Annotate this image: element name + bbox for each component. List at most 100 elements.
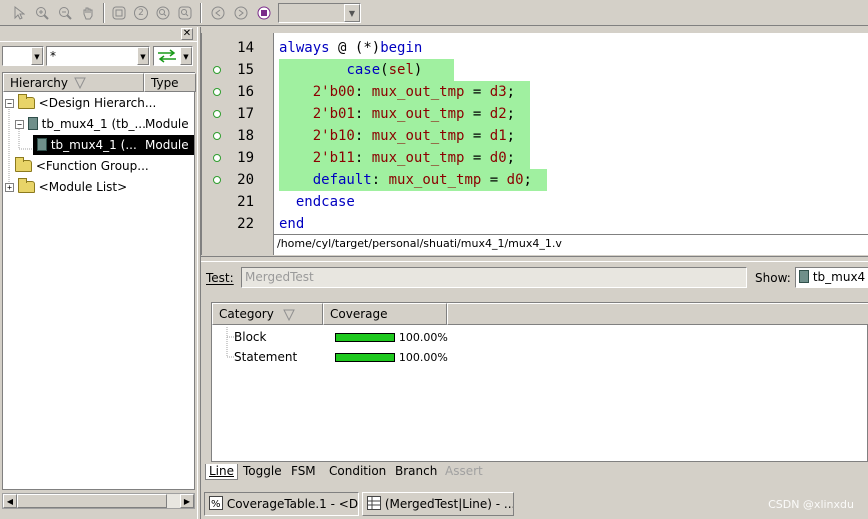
module-icon — [799, 270, 809, 283]
close-icon[interactable]: ✕ — [181, 28, 193, 40]
fit-icon[interactable] — [110, 3, 128, 23]
tree-item-design-hierarchy[interactable]: − <Design Hierarch... — [5, 93, 195, 113]
coverage-value: 100.00% — [398, 351, 448, 364]
filter-mode-select[interactable]: ▼ — [153, 46, 193, 66]
column-header-blank — [447, 303, 868, 325]
filter-type-select[interactable]: ▼ — [2, 46, 44, 66]
back-icon[interactable] — [209, 3, 227, 23]
toolbar-combo[interactable]: ▼ — [278, 3, 361, 23]
chevron-down-icon[interactable]: ▼ — [137, 47, 149, 65]
svg-text:%: % — [211, 499, 221, 510]
show-field[interactable]: tb_mux4 — [795, 267, 868, 288]
coverage-bar — [335, 333, 395, 342]
code-line[interactable]: always @ (*)begin — [279, 37, 422, 59]
column-header-hierarchy[interactable]: Hierarchy — [3, 73, 144, 92]
hierarchy-tree: Hierarchy Type − <Design Hierarch... − t… — [2, 72, 196, 490]
table-row[interactable]: Statement 100.00% — [234, 347, 864, 367]
taskbar-item-label: (MergedTest|Line) - ... — [384, 497, 514, 511]
tree-item-label: <Design Hierarch... — [38, 96, 157, 110]
tab-toggle[interactable]: Toggle — [240, 464, 285, 480]
left-panel-titlebar: ✕ — [0, 27, 197, 42]
scroll-thumb[interactable] — [17, 494, 167, 508]
coverage-panel: Test: MergedTest Show: tb_mux4 Category … — [201, 262, 868, 490]
taskbar-item-merged-test[interactable]: (MergedTest|Line) - ... — [362, 492, 514, 516]
test-field[interactable]: MergedTest — [241, 267, 747, 288]
collapse-icon[interactable]: − — [5, 99, 14, 108]
pan-hand-icon[interactable] — [79, 3, 97, 23]
zoom-full-icon[interactable] — [176, 3, 194, 23]
mark-icon[interactable] — [255, 3, 273, 23]
tab-fsm[interactable]: FSM — [288, 464, 319, 480]
two-icon[interactable]: 2 — [132, 3, 150, 23]
tree-item-function-groups[interactable]: <Function Group... — [15, 156, 195, 176]
code-line[interactable]: case(sel) — [279, 59, 454, 81]
column-header-coverage[interactable]: Coverage — [323, 303, 447, 325]
table-row[interactable]: Block 100.00% — [234, 327, 864, 347]
zoom-in-icon[interactable] — [33, 3, 51, 23]
sort-icon — [74, 77, 86, 89]
chevron-down-icon[interactable]: ▼ — [31, 47, 43, 65]
tree-item-type: Module — [145, 138, 189, 152]
horizontal-scrollbar[interactable]: ◀ ▶ — [2, 493, 195, 509]
test-label: Test: — [206, 271, 234, 285]
source-view: always @ (*)begin case(sel) 2'b00: mux_o… — [201, 33, 868, 255]
swap-icon — [158, 49, 176, 63]
expand-icon[interactable]: + — [5, 183, 14, 192]
code-line[interactable]: endcase — [279, 191, 355, 213]
tab-branch[interactable]: Branch — [392, 464, 440, 480]
chevron-down-icon[interactable]: ▼ — [180, 47, 192, 65]
toolbar-separator — [200, 3, 202, 23]
line-number: 22 — [237, 216, 254, 232]
column-header-category-label: Category — [219, 307, 274, 321]
column-header-type[interactable]: Type — [144, 73, 196, 92]
tab-line-label: Line — [209, 464, 235, 478]
left-panel: ✕ ▼ * ▼ ▼ Hierarchy Type − <Design Hiera… — [0, 27, 197, 519]
zoom-out-icon[interactable] — [56, 3, 74, 23]
coverage-cell: 100.00% — [335, 347, 448, 368]
tab-assert-label: Assert — [445, 464, 483, 478]
toolbar-separator — [103, 3, 105, 23]
filter-input-value: * — [50, 49, 56, 63]
tree-item-tb-mux4-1-instance[interactable]: tb_mux4_1 (... Module — [33, 135, 194, 155]
folder-icon — [17, 94, 35, 109]
folder-icon — [17, 178, 35, 193]
tree-item-module-list[interactable]: + <Module List> — [5, 177, 195, 197]
taskbar-item-coverage-table[interactable]: % CoverageTable.1 - <D... — [204, 492, 359, 516]
tab-assert[interactable]: Assert — [442, 464, 486, 480]
column-header-hierarchy-label: Hierarchy — [10, 76, 69, 90]
line-number: 21 — [237, 194, 254, 210]
code-line[interactable]: 2'b11: mux_out_tmp = d0; — [279, 147, 531, 169]
tab-condition[interactable]: Condition — [326, 464, 389, 480]
coverage-tabs: Line Toggle FSM Condition Branch Assert — [205, 462, 868, 480]
module-icon — [27, 117, 38, 130]
coverage-marker-icon — [213, 132, 221, 140]
code-line[interactable]: default: mux_out_tmp = d0; — [279, 169, 547, 191]
code-area[interactable]: always @ (*)begin case(sel) 2'b00: mux_o… — [274, 37, 868, 235]
scroll-right-icon[interactable]: ▶ — [180, 494, 194, 508]
category-cell: Statement — [234, 350, 298, 364]
percent-icon: % — [209, 496, 223, 510]
code-line[interactable]: 2'b01: mux_out_tmp = d2; — [279, 103, 531, 125]
code-line[interactable]: 2'b00: mux_out_tmp = d3; — [279, 81, 531, 103]
tree-item-tb-mux4-1[interactable]: − tb_mux4_1 (tb_... Module — [15, 114, 195, 134]
coverage-marker-icon — [213, 176, 221, 184]
chevron-down-icon[interactable]: ▼ — [344, 4, 360, 22]
test-field-value: MergedTest — [245, 270, 314, 284]
tree-item-label: <Function Group... — [35, 159, 149, 173]
select-arrow-icon[interactable] — [10, 3, 28, 23]
tree-item-type: Module — [145, 117, 189, 131]
filter-input[interactable]: * ▼ — [46, 46, 150, 66]
forward-icon[interactable] — [232, 3, 250, 23]
collapse-icon[interactable]: − — [15, 120, 24, 129]
scroll-left-icon[interactable]: ◀ — [3, 494, 17, 508]
code-line[interactable]: 2'b10: mux_out_tmp = d1; — [279, 125, 531, 147]
gutter-area: 14 15 16 17 18 19 20 21 22 — [202, 37, 274, 235]
code-line[interactable]: end — [279, 213, 304, 235]
coverage-table: Category Coverage Block 100.00% Statemen… — [211, 302, 868, 462]
zoom-area-icon[interactable] — [154, 3, 172, 23]
taskbar-item-label: CoverageTable.1 - <D... — [226, 497, 359, 511]
tab-line[interactable]: Line — [205, 464, 239, 480]
category-cell: Block — [234, 330, 267, 344]
tree-item-label: <Module List> — [38, 180, 128, 194]
column-header-category[interactable]: Category — [212, 303, 323, 325]
